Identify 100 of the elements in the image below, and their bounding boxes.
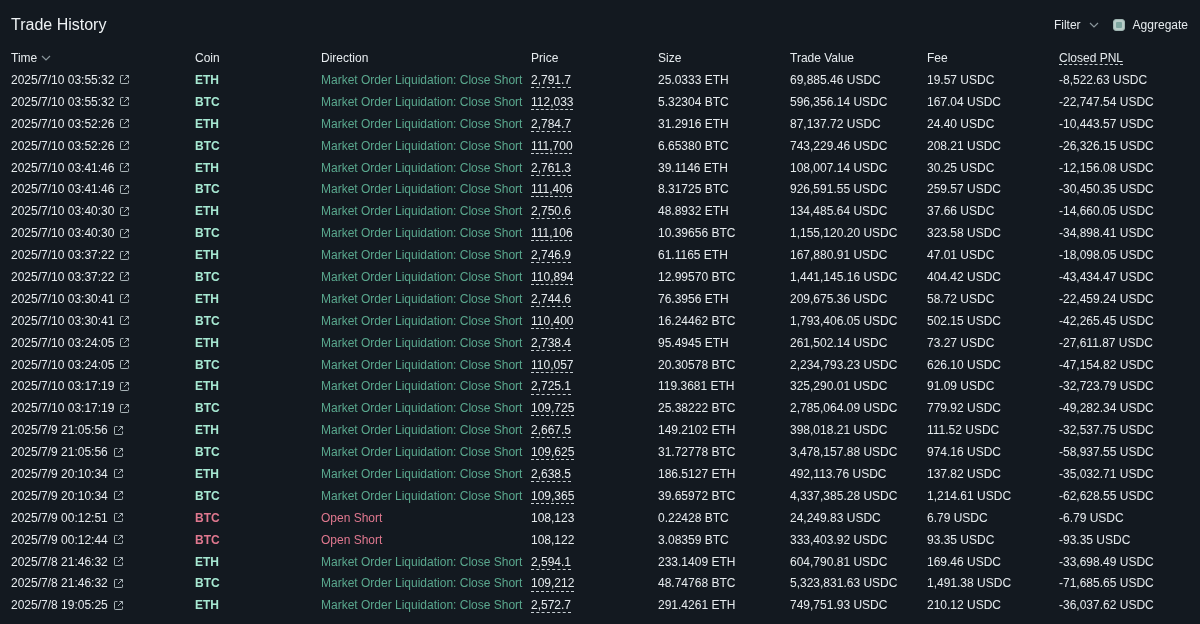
fee-cell: 93.35 USDC bbox=[927, 532, 995, 547]
coin-cell: ETH bbox=[195, 379, 219, 394]
external-link-icon[interactable] bbox=[119, 315, 131, 327]
external-link-icon[interactable] bbox=[112, 599, 124, 611]
column-header[interactable]: Size bbox=[658, 51, 682, 65]
trade-value-cell: 492,113.76 USDC bbox=[790, 466, 887, 481]
size-cell: 6.65380 BTC bbox=[658, 138, 729, 153]
column-header[interactable]: Coin bbox=[195, 51, 220, 65]
external-link-icon[interactable] bbox=[119, 162, 131, 173]
direction-cell: Market Order Liquidation: Close Short bbox=[321, 488, 523, 503]
external-link-icon[interactable] bbox=[119, 380, 131, 392]
size-cell: 5.32304 BTC bbox=[658, 94, 729, 109]
coin-cell: ETH bbox=[195, 423, 219, 438]
pnl-cell: -6.79 USDC bbox=[1059, 510, 1124, 525]
size-cell: 39.1146 ETH bbox=[658, 160, 728, 175]
price-cell: 2,744.6 bbox=[531, 291, 572, 306]
size-cell: 95.4945 ETH bbox=[658, 335, 729, 350]
external-link-icon[interactable] bbox=[119, 140, 131, 152]
column-header[interactable]: Price bbox=[531, 51, 559, 65]
trade-value-cell: 167,880.91 USDC bbox=[790, 248, 888, 263]
size-cell: 48.8932 ETH bbox=[658, 204, 729, 219]
external-link-icon[interactable] bbox=[119, 183, 131, 195]
direction-cell: Market Order Liquidation: Close Short bbox=[321, 72, 523, 87]
sort-chevron-icon bbox=[41, 55, 52, 61]
external-link-icon[interactable] bbox=[112, 424, 124, 436]
trade-value-cell: 926,591.55 USDC bbox=[790, 182, 888, 197]
pnl-cell: -43,434.47 USDC bbox=[1059, 269, 1154, 284]
fee-cell: 91.09 USDC bbox=[927, 379, 995, 394]
column-header[interactable]: Direction bbox=[321, 51, 369, 65]
price-cell: 109,725 bbox=[531, 401, 575, 416]
coin-cell: BTC bbox=[195, 94, 220, 109]
external-link-icon[interactable] bbox=[112, 468, 124, 480]
aggregate-checkbox[interactable] bbox=[1112, 19, 1125, 31]
fee-cell: 779.92 USDC bbox=[927, 401, 1002, 416]
trade-value-cell: 261,502.14 USDC bbox=[790, 335, 888, 350]
external-link-icon[interactable] bbox=[119, 205, 131, 217]
coin-cell: ETH bbox=[195, 291, 219, 306]
external-link-icon[interactable] bbox=[119, 96, 131, 108]
direction-cell: Market Order Liquidation: Close Short bbox=[321, 401, 523, 416]
pnl-cell: -22,747.54 USDC bbox=[1059, 94, 1154, 109]
fee-cell: 73.27 USDC bbox=[927, 335, 995, 350]
fee-cell: 210.12 USDC bbox=[927, 598, 1002, 613]
external-link-icon[interactable] bbox=[112, 534, 124, 546]
coin-cell: BTC bbox=[195, 510, 220, 525]
filter-dropdown[interactable]: Filter bbox=[1053, 18, 1099, 32]
column-header[interactable]: Fee bbox=[927, 51, 948, 65]
external-link-icon[interactable] bbox=[119, 118, 131, 130]
column-header[interactable]: Time bbox=[11, 51, 52, 65]
external-link-icon[interactable] bbox=[119, 337, 131, 349]
fee-cell: 169.46 USDC bbox=[927, 554, 1002, 569]
price-cell: 108,123 bbox=[531, 510, 575, 525]
external-link-icon[interactable] bbox=[112, 512, 124, 524]
direction-cell: Market Order Liquidation: Close Short bbox=[321, 226, 523, 241]
time-cell: 2025/7/10 03:17:19 bbox=[11, 379, 115, 394]
pnl-cell: -71,685.65 USDC bbox=[1059, 576, 1154, 591]
direction-cell: Market Order Liquidation: Close Short bbox=[321, 335, 523, 350]
size-cell: 31.2916 ETH bbox=[658, 116, 729, 131]
pnl-cell: -22,459.24 USDC bbox=[1059, 291, 1154, 306]
external-link-icon[interactable] bbox=[119, 227, 131, 239]
direction-cell: Market Order Liquidation: Close Short bbox=[321, 94, 523, 109]
external-link-icon[interactable] bbox=[119, 249, 131, 261]
trade-value-cell: 5,323,831.63 USDC bbox=[790, 576, 898, 591]
external-link-icon[interactable] bbox=[119, 271, 131, 283]
coin-cell: BTC bbox=[195, 226, 220, 241]
external-link-icon[interactable] bbox=[119, 402, 131, 414]
coin-cell: BTC bbox=[195, 532, 220, 547]
coin-cell: ETH bbox=[195, 335, 219, 350]
price-cell: 2,791.7 bbox=[531, 72, 572, 87]
external-link-icon[interactable] bbox=[119, 74, 131, 86]
price-cell: 111,406 bbox=[531, 182, 573, 197]
size-cell: 20.30578 BTC bbox=[658, 357, 736, 372]
external-link-icon[interactable] bbox=[112, 556, 124, 568]
pnl-cell: -93.35 USDC bbox=[1059, 532, 1131, 547]
price-cell: 2,750.6 bbox=[531, 204, 572, 219]
size-cell: 25.38222 BTC bbox=[658, 401, 736, 416]
external-link-icon[interactable] bbox=[112, 490, 124, 502]
time-cell: 2025/7/10 03:37:22 bbox=[11, 248, 115, 263]
pnl-cell: -62,628.55 USDC bbox=[1059, 488, 1154, 503]
size-cell: 3.08359 BTC bbox=[658, 532, 729, 547]
aggregate-label: Aggregate bbox=[1132, 18, 1188, 32]
price-cell: 2,784.7 bbox=[531, 116, 572, 131]
external-link-icon[interactable] bbox=[119, 359, 131, 370]
size-cell: 39.65972 BTC bbox=[658, 488, 736, 503]
fee-cell: 37.66 USDC bbox=[927, 204, 995, 219]
coin-cell: BTC bbox=[195, 138, 220, 153]
column-header[interactable]: Closed PNL bbox=[1059, 51, 1124, 65]
fee-cell: 626.10 USDC bbox=[927, 357, 1002, 372]
external-link-icon[interactable] bbox=[112, 577, 124, 589]
time-cell: 2025/7/9 21:05:56 bbox=[11, 445, 108, 460]
column-header[interactable]: Trade Value bbox=[790, 51, 855, 65]
time-cell: 2025/7/10 03:40:30 bbox=[11, 204, 115, 219]
direction-cell: Market Order Liquidation: Close Short bbox=[321, 357, 523, 372]
trade-value-cell: 398,018.21 USDC bbox=[790, 423, 888, 438]
external-link-icon[interactable] bbox=[119, 293, 131, 305]
price-cell: 2,738.4 bbox=[531, 335, 572, 350]
fee-cell: 208.21 USDC bbox=[927, 138, 1002, 153]
pnl-cell: -33,698.49 USDC bbox=[1059, 554, 1154, 569]
external-link-icon[interactable] bbox=[112, 446, 124, 458]
price-cell: 2,725.1 bbox=[531, 379, 572, 394]
coin-cell: BTC bbox=[195, 445, 220, 460]
